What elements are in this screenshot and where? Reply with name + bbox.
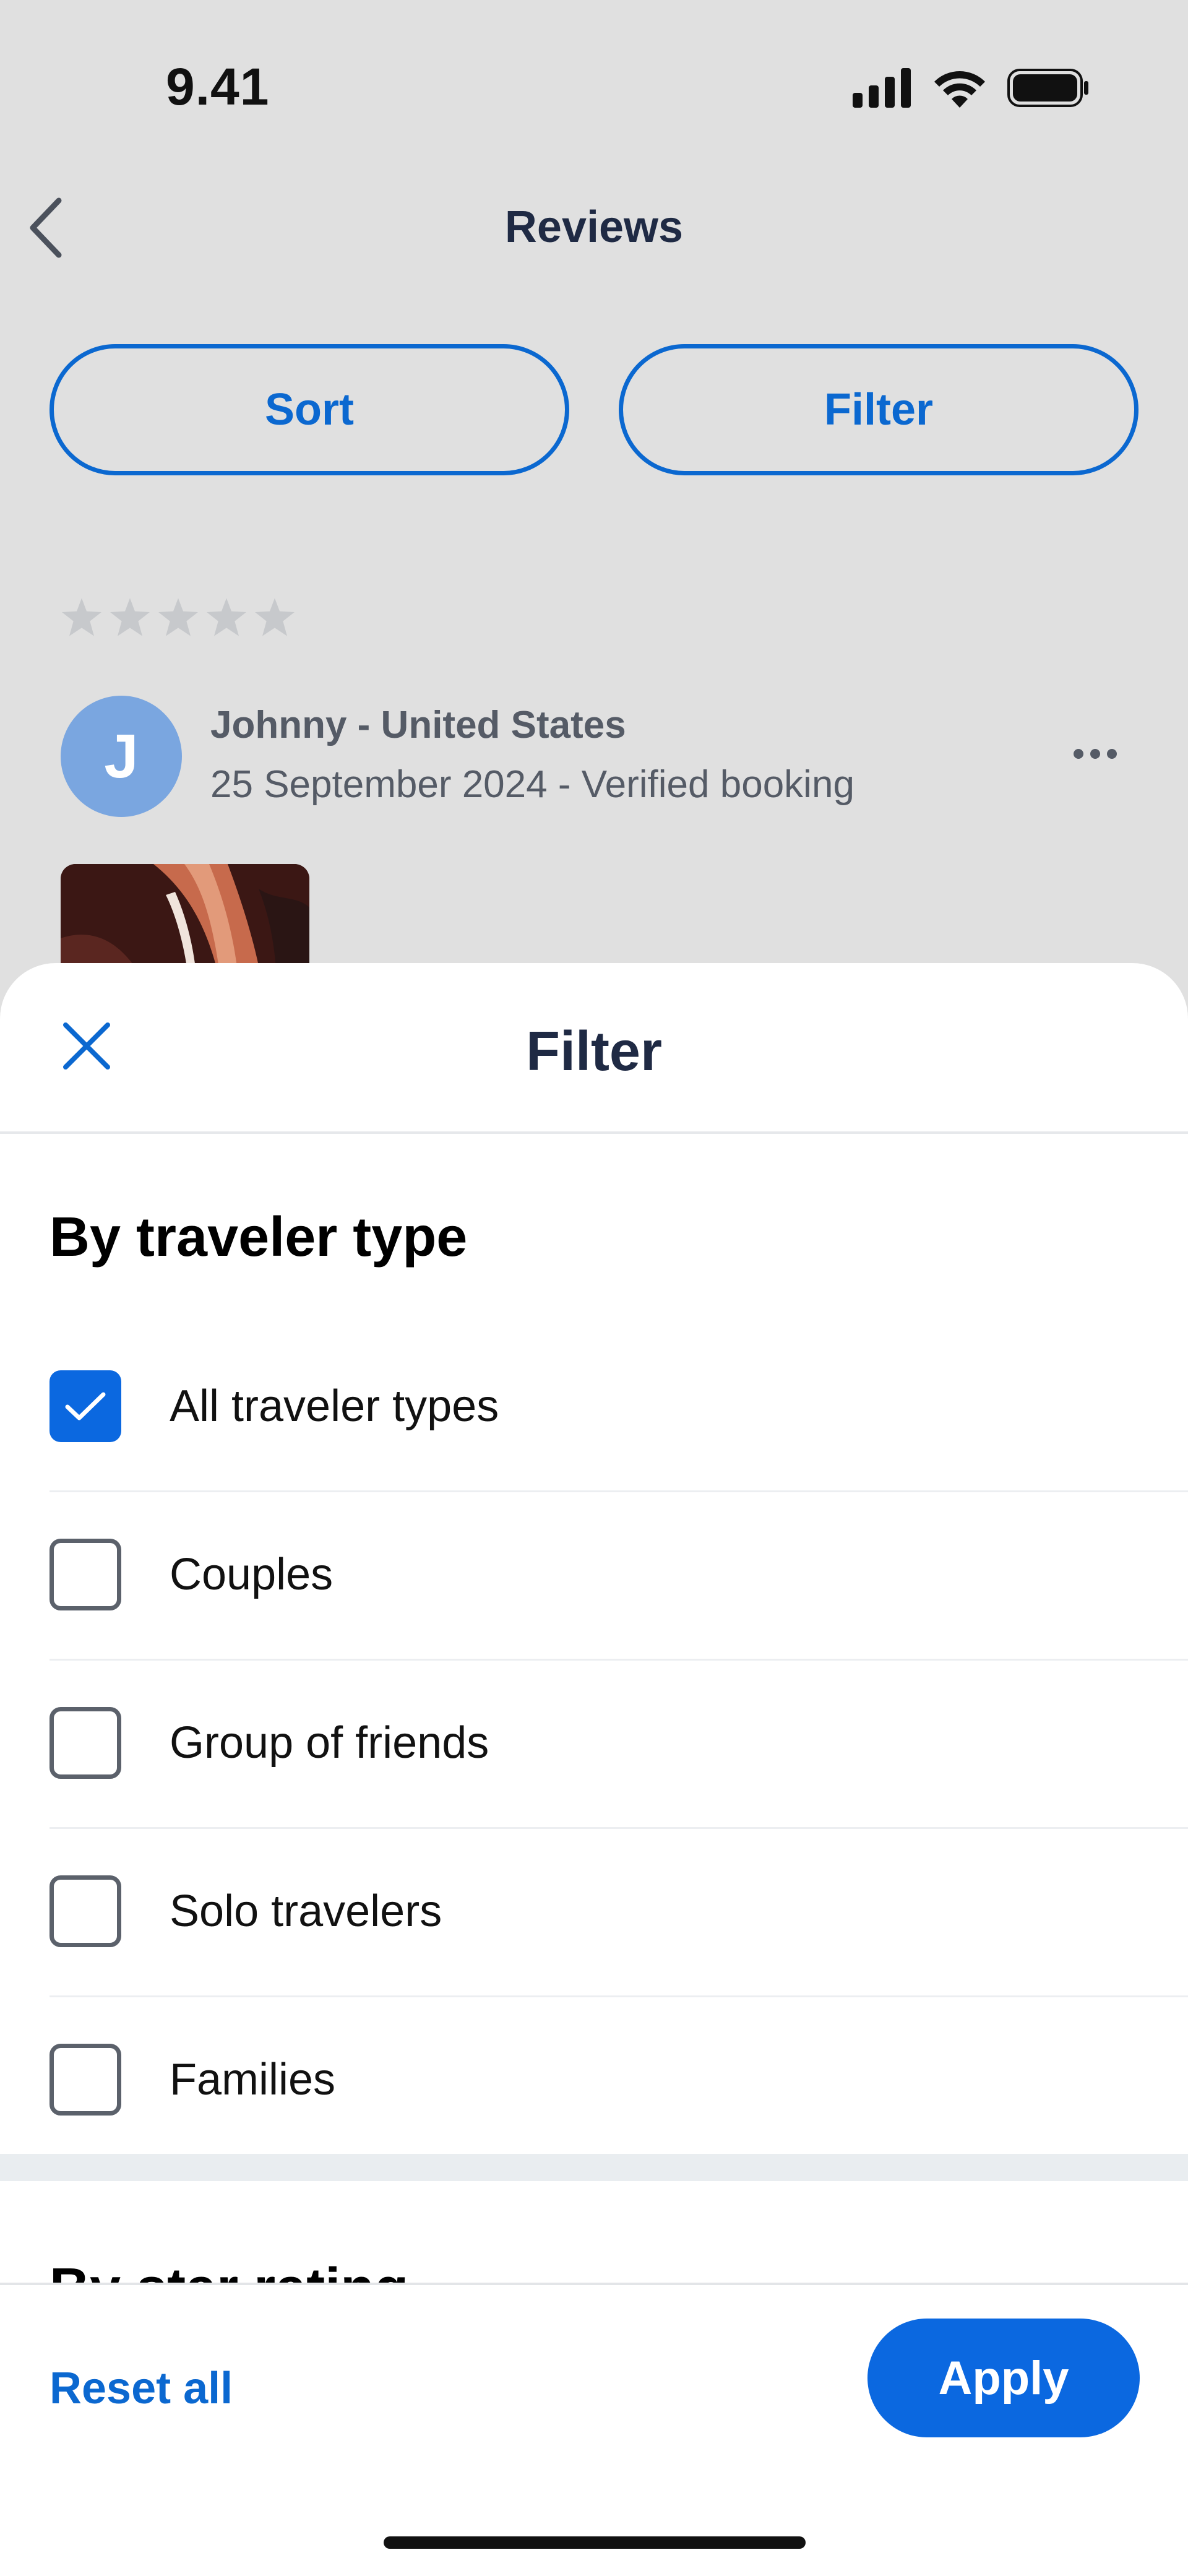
checkbox-checked[interactable] <box>50 1370 121 1442</box>
sheet-title: Filter <box>525 1021 663 1083</box>
star-icon <box>207 598 246 639</box>
option-label: All traveler types <box>170 1381 499 1431</box>
home-indicator <box>384 2536 806 2549</box>
option-families[interactable]: Families <box>50 1995 1188 2164</box>
wifi-icon <box>933 68 986 111</box>
reset-all-button[interactable]: Reset all <box>50 2363 233 2414</box>
option-couples[interactable]: Couples <box>50 1490 1188 1659</box>
cellular-signal-icon <box>853 68 912 111</box>
section-separator <box>0 2154 1188 2181</box>
checkbox[interactable] <box>50 2044 121 2116</box>
star-icon <box>110 598 150 639</box>
star-icon <box>158 598 198 639</box>
status-icons <box>853 68 1089 111</box>
review-rating <box>62 598 295 639</box>
traveler-type-heading: By traveler type <box>50 1206 468 1268</box>
sheet-footer: Reset all Apply <box>0 2283 1188 2576</box>
option-all-traveler-types[interactable]: All traveler types <box>50 1322 1188 1490</box>
reviewer-name: Johnny - United States <box>210 704 626 746</box>
filter-button[interactable]: Filter <box>619 344 1138 475</box>
option-label: Families <box>170 2055 336 2104</box>
checkmark-icon <box>65 1392 106 1420</box>
filter-sheet: Filter By traveler type All traveler typ… <box>0 963 1188 2576</box>
avatar: J <box>61 696 182 817</box>
more-options-button[interactable] <box>1070 737 1120 774</box>
page-title: Reviews <box>504 202 684 252</box>
checkbox[interactable] <box>50 1875 121 1947</box>
checkbox[interactable] <box>50 1539 121 1610</box>
status-time: 9.41 <box>166 58 270 116</box>
option-label: Group of friends <box>170 1718 489 1768</box>
option-label: Couples <box>170 1550 334 1599</box>
traveler-type-options: All traveler types Couples Group of frie… <box>50 1322 1188 2164</box>
status-bar: 9.41 <box>0 0 1188 179</box>
battery-icon <box>1007 69 1089 110</box>
checkbox[interactable] <box>50 1707 121 1779</box>
star-icon <box>255 598 295 639</box>
apply-button[interactable]: Apply <box>867 2319 1140 2437</box>
option-label: Solo travelers <box>170 1887 442 1936</box>
star-icon <box>62 598 101 639</box>
option-group-of-friends[interactable]: Group of friends <box>50 1659 1188 1827</box>
more-horizontal-icon <box>1073 748 1117 763</box>
review-meta: 25 September 2024 - Verified booking <box>210 763 854 806</box>
divider <box>0 1131 1188 1134</box>
sort-button[interactable]: Sort <box>50 344 569 475</box>
option-solo-travelers[interactable]: Solo travelers <box>50 1827 1188 1995</box>
